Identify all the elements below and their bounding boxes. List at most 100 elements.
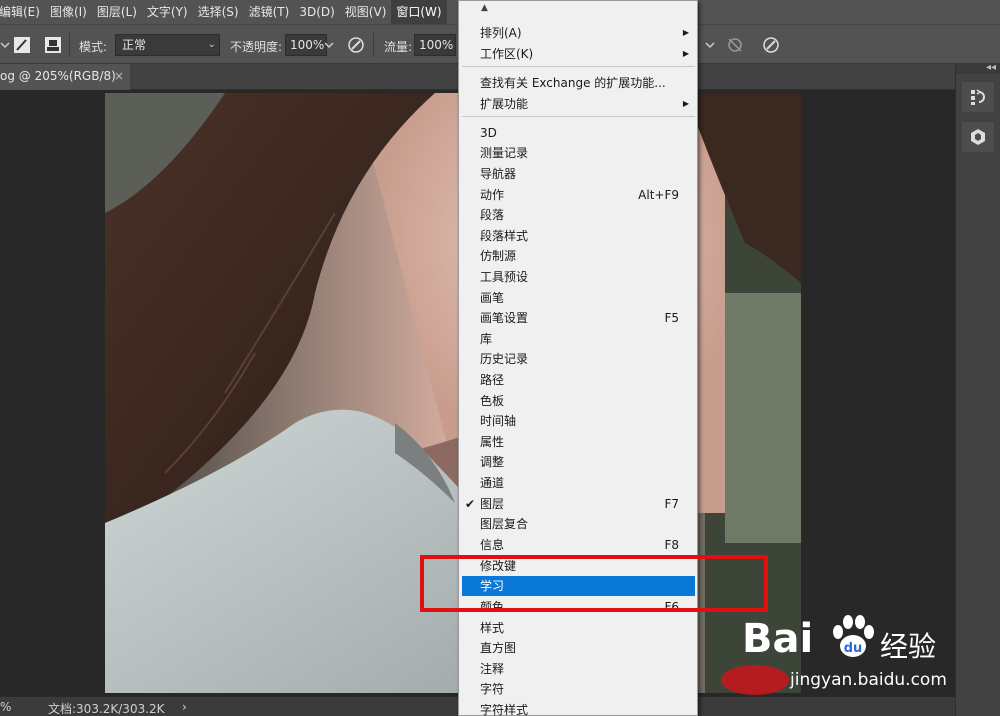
menu-item-3[interactable]: 扩展功能 ▶ bbox=[462, 94, 695, 114]
clone-source-icon[interactable] bbox=[42, 34, 64, 56]
menu-item-shortcut: Alt+F9 bbox=[638, 188, 679, 202]
menu-item-shortcut: F5 bbox=[664, 311, 679, 325]
menu-item-label: 3D bbox=[480, 126, 497, 140]
3d-panel-icon[interactable] bbox=[962, 122, 994, 152]
menu-item-label: 色板 bbox=[480, 394, 505, 408]
menu-item-label: 仿制源 bbox=[480, 249, 517, 263]
watermark-brand-du: du bbox=[844, 641, 863, 656]
opacity-chevron-icon[interactable] bbox=[321, 34, 337, 56]
status-menu-arrow-icon[interactable]: › bbox=[182, 700, 187, 714]
menu-select[interactable]: 选择(S) bbox=[193, 0, 244, 24]
mode-label: 模式: bbox=[79, 40, 108, 54]
pressure-size-icon[interactable] bbox=[760, 34, 782, 56]
brush-settings-icon[interactable] bbox=[11, 34, 33, 56]
opacity-label: 不透明度: bbox=[230, 40, 283, 54]
menu-item-20[interactable]: 调整 bbox=[462, 452, 695, 472]
menu-item-5[interactable]: 测量记录 bbox=[462, 143, 695, 163]
mode-value: 正常 bbox=[122, 38, 147, 52]
flow-input[interactable]: 100% bbox=[414, 34, 456, 56]
menu-item-13[interactable]: 画笔设置 F5 bbox=[462, 308, 695, 328]
chevron-down-icon: ⌄ bbox=[207, 39, 216, 50]
menu-item-4[interactable]: 3D bbox=[462, 123, 695, 143]
menu-item-22[interactable]: ✔ 图层 F7 bbox=[462, 494, 695, 514]
menu-item-label: 字符样式 bbox=[480, 703, 529, 716]
menu-filter[interactable]: 滤镜(T) bbox=[244, 0, 295, 24]
close-icon[interactable]: × bbox=[114, 64, 124, 89]
opacity-value: 100% bbox=[290, 38, 325, 52]
menu-item-16[interactable]: 路径 bbox=[462, 370, 695, 390]
menu-layer[interactable]: 图层(L) bbox=[92, 0, 142, 24]
menu-item-0[interactable]: 排列(A) ▶ bbox=[462, 23, 695, 43]
document-info: 文档:303.2K/303.2K bbox=[48, 702, 165, 716]
menu-item-32[interactable]: 字符样式 bbox=[462, 700, 695, 716]
watermark-jingyan: 经验 bbox=[880, 630, 937, 663]
mode-select[interactable]: 正常 ⌄ bbox=[115, 34, 220, 56]
menu-item-29[interactable]: 直方图 bbox=[462, 638, 695, 658]
document-tab[interactable]: og @ 205%(RGB/8) × bbox=[0, 64, 130, 90]
flow-chevron-icon[interactable] bbox=[702, 34, 718, 56]
menu-item-label: 路径 bbox=[480, 373, 505, 387]
menu-window[interactable]: 窗口(W) bbox=[391, 0, 447, 24]
menu-item-8[interactable]: 段落 bbox=[462, 205, 695, 225]
menu-type[interactable]: 文字(Y) bbox=[142, 0, 193, 24]
menu-item-19[interactable]: 属性 bbox=[462, 432, 695, 452]
submenu-arrow-icon: ▶ bbox=[682, 49, 689, 58]
menu-item-label: 画笔 bbox=[480, 291, 505, 305]
menu-item-label: 注释 bbox=[480, 662, 505, 676]
menu-item-12[interactable]: 画笔 bbox=[462, 288, 695, 308]
sample-all-layers-icon[interactable] bbox=[724, 34, 746, 56]
menu-item-label: 直方图 bbox=[480, 641, 517, 655]
menu-item-21[interactable]: 通道 bbox=[462, 473, 695, 493]
menu-item-label: 查找有关 Exchange 的扩展功能... bbox=[480, 76, 666, 90]
menu-item-31[interactable]: 字符 bbox=[462, 679, 695, 699]
menu-item-14[interactable]: 库 bbox=[462, 329, 695, 349]
menu-item-6[interactable]: 导航器 bbox=[462, 164, 695, 184]
flow-label: 流量: bbox=[384, 40, 413, 54]
collapse-panels-icon[interactable]: ◂◂ bbox=[986, 62, 996, 73]
menu-item-9[interactable]: 段落样式 bbox=[462, 226, 695, 246]
menu-item-label: 画笔设置 bbox=[480, 311, 529, 325]
menu-item-label: 信息 bbox=[480, 538, 505, 552]
menu-item-2[interactable]: 查找有关 Exchange 的扩展功能... bbox=[462, 73, 695, 93]
menu-item-10[interactable]: 仿制源 bbox=[462, 246, 695, 266]
menu-item-label: 导航器 bbox=[480, 167, 517, 181]
menu-item-28[interactable]: 样式 bbox=[462, 618, 695, 638]
menu-item-label: 动作 bbox=[480, 188, 505, 202]
watermark-brand: Bai bbox=[742, 616, 814, 662]
menu-item-label: 段落 bbox=[480, 208, 505, 222]
menu-item-18[interactable]: 时间轴 bbox=[462, 411, 695, 431]
watermark-url: jingyan.baidu.com bbox=[790, 670, 947, 690]
menu-image[interactable]: 图像(I) bbox=[45, 0, 92, 24]
document-tab-title: og @ 205%(RGB/8) bbox=[0, 69, 116, 83]
menu-item-label: 调整 bbox=[480, 455, 505, 469]
menu-item-label: 工作区(K) bbox=[480, 47, 534, 61]
menu-item-7[interactable]: 动作 Alt+F9 bbox=[462, 185, 695, 205]
menu-separator bbox=[462, 66, 695, 67]
menu-item-shortcut: F7 bbox=[664, 497, 679, 511]
menu-item-11[interactable]: 工具预设 bbox=[462, 267, 695, 287]
annotation-highlight-box bbox=[420, 555, 768, 612]
menu-item-label: 工具预设 bbox=[480, 270, 529, 284]
zoom-level[interactable]: % bbox=[0, 700, 11, 714]
menu-item-label: 图层 bbox=[480, 497, 505, 511]
menu-item-23[interactable]: 图层复合 bbox=[462, 514, 695, 534]
menu-item-17[interactable]: 色板 bbox=[462, 391, 695, 411]
menu-item-label: 图层复合 bbox=[480, 517, 529, 531]
menu-item-15[interactable]: 历史记录 bbox=[462, 349, 695, 369]
history-panel-icon[interactable] bbox=[962, 82, 994, 112]
menu-edit[interactable]: 编辑(E) bbox=[0, 0, 45, 24]
pressure-opacity-icon[interactable] bbox=[345, 34, 367, 56]
menu-separator bbox=[462, 116, 695, 117]
right-panel-dock: ◂◂ bbox=[955, 62, 1000, 716]
baidu-paw-icon: du bbox=[833, 615, 874, 657]
menu-3d[interactable]: 3D(D) bbox=[294, 0, 339, 24]
menu-item-30[interactable]: 注释 bbox=[462, 659, 695, 679]
menu-item-label: 样式 bbox=[480, 621, 505, 635]
scroll-up-icon[interactable]: ▲ bbox=[481, 3, 488, 13]
menu-item-1[interactable]: 工作区(K) ▶ bbox=[462, 44, 695, 64]
menu-view[interactable]: 视图(V) bbox=[340, 0, 392, 24]
menu-item-label: 段落样式 bbox=[480, 229, 529, 243]
menu-item-label: 字符 bbox=[480, 682, 505, 696]
menu-item-24[interactable]: 信息 F8 bbox=[462, 535, 695, 555]
brush-preset-chevron-icon[interactable] bbox=[0, 34, 10, 56]
